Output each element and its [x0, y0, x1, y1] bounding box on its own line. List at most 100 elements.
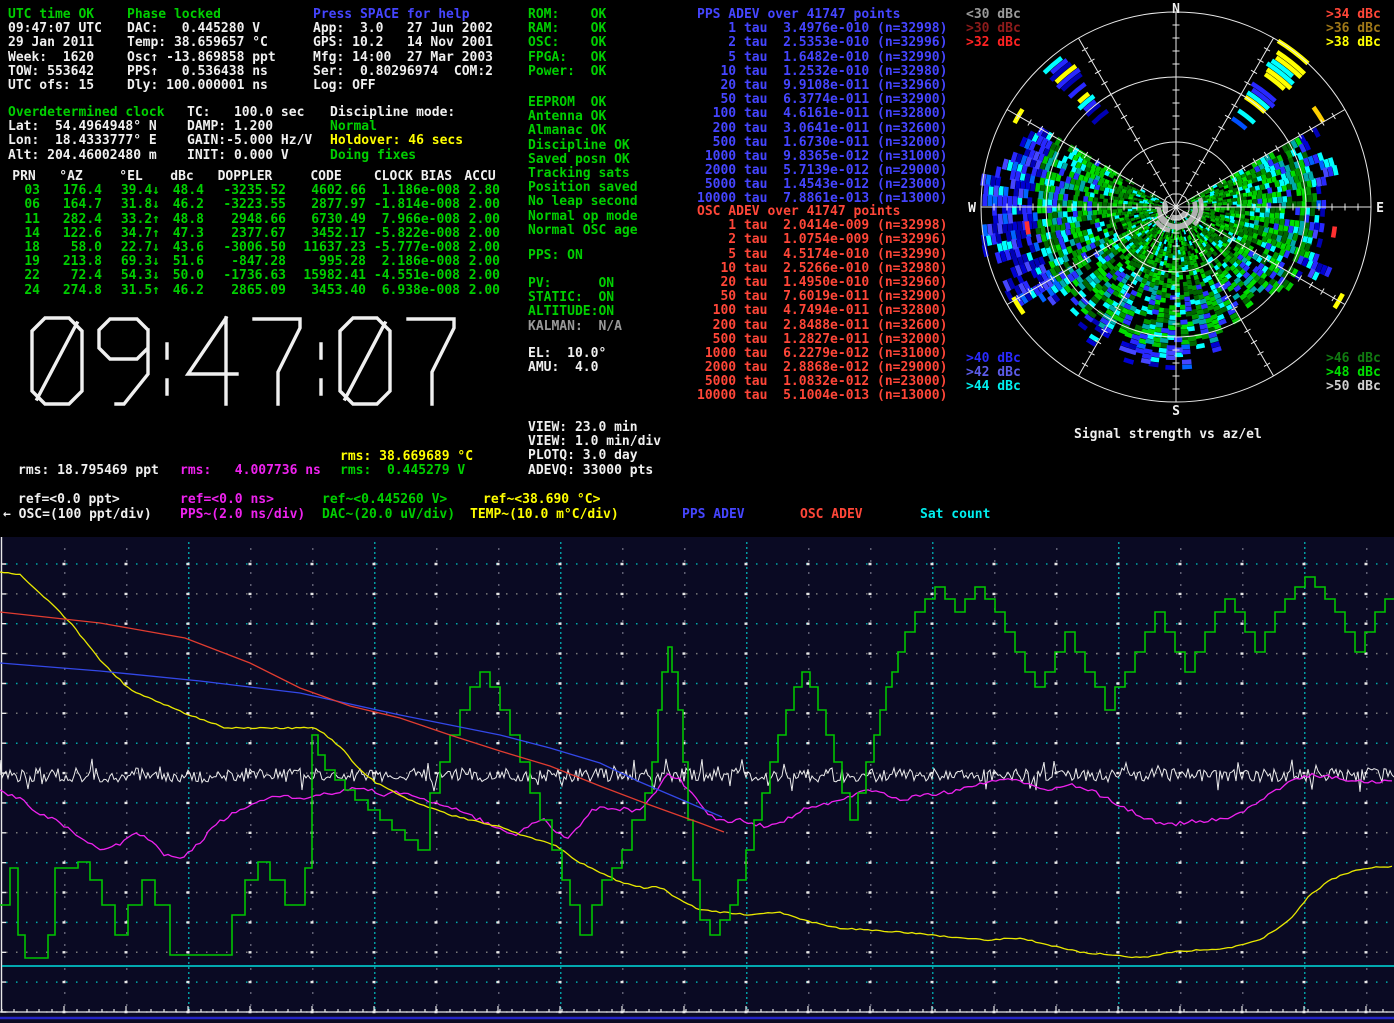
sat-cell: 34.7↑ [102, 227, 160, 241]
text-line: rms: 4.007736 ns [180, 464, 321, 478]
sat-cell: PRN [8, 170, 40, 184]
sat-cell: 213.8 [40, 255, 102, 269]
panel-help-version: Press SPACE for helpApp: 3.0 27 Jun 2002… [313, 8, 493, 93]
text-line: Antenna OK [528, 110, 638, 124]
text-line: Log: OFF [313, 79, 493, 93]
sat-cell: 164.7 [40, 198, 102, 212]
sat-cell: 31.8↓ [102, 198, 160, 212]
text-line: DAC~(20.0 uV/div) [322, 508, 455, 522]
panel-eeprom-status: EEPROM OKAntenna OKAlmanac OKDiscipline … [528, 96, 638, 238]
text-line: 500 tau 1.6730e-011 (n=32000) [697, 136, 947, 150]
sat-table-row: 11282.433.2↑48.82948.666730.497.966e-008… [8, 213, 500, 227]
sat-cell: 03 [8, 184, 40, 198]
text-line: PV: ON [528, 277, 622, 291]
panel-rms-dac: rms: 0.445279 V [340, 464, 465, 478]
panel-ref-dac: ref~<0.445260 V> [322, 493, 447, 507]
text-line: 2000 tau 5.7139e-012 (n=29000) [697, 164, 947, 178]
text-line: Lat: 54.4964948° N [8, 120, 165, 134]
text-line: 1 tau 3.4976e-010 (n=32998) [697, 22, 947, 36]
panel-label-pps-adev: PPS ADEV [682, 508, 745, 522]
text-line: Power: OK [528, 65, 606, 79]
panel-label-sat-count: Sat count [920, 508, 990, 522]
compass-label: W [968, 201, 976, 216]
text-line: DAC: 0.445280 V [127, 22, 276, 36]
clock-digit [32, 318, 82, 404]
text-line: INIT: 0.000 V [187, 149, 312, 163]
sat-cell: -3235.52 [204, 184, 286, 198]
sat-cell: 39.4↓ [102, 184, 160, 198]
sat-cell: 15982.41 [286, 269, 366, 283]
panel-scale-dac: DAC~(20.0 uV/div) [322, 508, 455, 522]
text-line: Tracking sats [528, 167, 638, 181]
text-line: ← OSC=(100 ppt/div) [3, 508, 152, 522]
text-line: TOW: 553642 [8, 65, 102, 79]
sat-cell: 2.00 [460, 241, 500, 255]
panel-masks: EL: 10.0°AMU: 4.0 [528, 347, 606, 375]
sat-cell: 1.186e-008 [366, 184, 460, 198]
sat-cell: 48.8 [160, 213, 204, 227]
text-line: 1000 tau 9.8365e-012 (n=31000) [697, 150, 947, 164]
text-line: FPGA: OK [528, 51, 606, 65]
panel-ref-osc: ref=<0.0 ppt> [18, 493, 120, 507]
sat-cell: 22 [8, 269, 40, 283]
sat-table-row: 1858.022.7↓43.6-3006.5011637.23-5.777e-0… [8, 241, 500, 255]
sat-cell: ACCU [460, 170, 500, 184]
text-line: No leap second [528, 195, 638, 209]
sat-cell: 3452.17 [286, 227, 366, 241]
text-line: Normal [330, 120, 463, 134]
text-line: Lon: 18.4333777° E [8, 134, 165, 148]
sat-cell: 43.6 [160, 241, 204, 255]
text-line: 10 tau 1.2532e-010 (n=32980) [697, 65, 947, 79]
sat-table-row: 2272.454.3↓50.0-1736.6315982.41-4.551e-0… [8, 269, 500, 283]
text-line: Press SPACE for help [313, 8, 493, 22]
sat-cell: 18 [8, 241, 40, 255]
sat-cell: -5.777e-008 [366, 241, 460, 255]
panel-scale-temp: TEMP~(10.0 m°C/div) [470, 508, 619, 522]
sat-cell: 2877.97 [286, 198, 366, 212]
text-line: 29 Jan 2011 [8, 36, 102, 50]
text-line: PPS~(2.0 ns/div) [180, 508, 305, 522]
panel-loop-params: TC: 100.0 secDAMP: 1.200GAIN:-5.000 Hz/V… [187, 106, 312, 163]
text-line: STATIC: ON [528, 291, 622, 305]
clock-digit [340, 318, 390, 404]
sat-cell: 06 [8, 198, 40, 212]
text-line: Sat count [920, 508, 990, 522]
panel-ref-pps: ref=<0.0 ns> [180, 493, 274, 507]
signal-strength-polar-chart: NSEW [960, 0, 1394, 424]
text-line: ADEVQ: 33000 pts [528, 464, 661, 478]
text-line: 1000 tau 6.2279e-012 (n=31000) [697, 347, 947, 361]
sat-cell: 2.80 [460, 184, 500, 198]
sat-table-row: 24274.831.5↑46.22865.093453.406.938e-008… [8, 284, 500, 298]
sat-cell: 995.28 [286, 255, 366, 269]
text-line: OSC ADEV [800, 508, 863, 522]
text-line: PLOTQ: 3.0 day [528, 449, 661, 463]
panel-rms-osc: rms: 18.795469 ppt [18, 464, 159, 478]
lady-heather-gpsdo-screen: { "panels": [ {"id":"utc-time","x":8,"y"… [0, 0, 1394, 1023]
sat-cell: 72.4 [40, 269, 102, 283]
text-line: Position saved [528, 181, 638, 195]
text-line: 10 tau 2.5266e-010 (n=32980) [697, 262, 947, 276]
compass-label: N [1172, 2, 1180, 17]
sat-cell: -4.551e-008 [366, 269, 460, 283]
digital-clock [28, 314, 498, 408]
text-line: 20 tau 9.9108e-011 (n=32960) [697, 79, 947, 93]
text-line: VIEW: 1.0 min/div [528, 435, 661, 449]
text-line: Normal op mode [528, 210, 638, 224]
sat-cell: 31.5↑ [102, 284, 160, 298]
sat-cell: 6.938e-008 [366, 284, 460, 298]
text-line: OSC: OK [528, 36, 606, 50]
sat-cell: 2.00 [460, 227, 500, 241]
text-line: Week: 1620 [8, 51, 102, 65]
sat-cell: 122.6 [40, 227, 102, 241]
text-line: RAM: OK [528, 22, 606, 36]
sat-cell: 50.0 [160, 269, 204, 283]
sat-cell: DOPPLER [204, 170, 286, 184]
sat-cell: 11637.23 [286, 241, 366, 255]
panel-receiver-modes: PV: ONSTATIC: ONALTITUDE:ONKALMAN: N/A [528, 277, 622, 334]
sat-cell: 2.00 [460, 255, 500, 269]
text-line: 09:47:07 UTC [8, 22, 102, 36]
text-line: 2 tau 1.0754e-009 (n=32996) [697, 233, 947, 247]
signal-blob [1314, 107, 1324, 122]
text-line: ref=<0.0 ppt> [18, 493, 120, 507]
text-line: rms: 18.795469 ppt [18, 464, 159, 478]
